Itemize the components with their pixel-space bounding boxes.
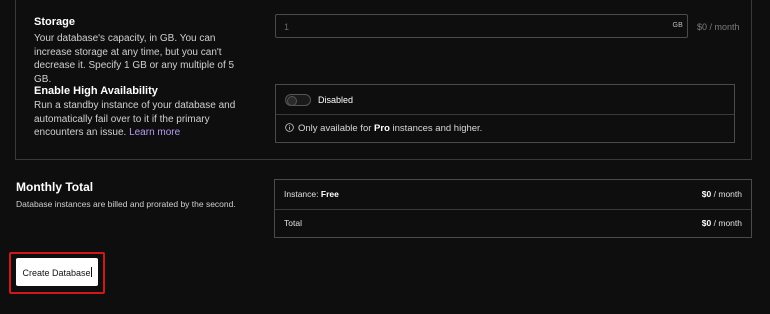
- storage-description: Your database's capacity, in GB. You can…: [34, 33, 235, 85]
- ha-toggle[interactable]: [285, 94, 311, 106]
- monthly-total-title: Monthly Total: [16, 180, 94, 194]
- text-cursor: [90, 266, 92, 277]
- ha-title: Enable High Availability: [34, 85, 158, 97]
- storage-input[interactable]: [282, 19, 646, 35]
- storage-title: Storage: [34, 16, 75, 28]
- learn-more-link[interactable]: Learn more: [129, 127, 180, 138]
- create-database-button[interactable]: Create Database: [16, 258, 98, 286]
- storage-field[interactable]: GB: [275, 14, 688, 38]
- monthly-total-description: Database instances are billed and prorat…: [16, 199, 236, 209]
- instance-row-amount: $0 / month: [701, 189, 742, 199]
- storage-unit: GB: [672, 22, 683, 29]
- ha-toggle-label: Disabled: [318, 95, 354, 105]
- total-row-amount: $0 / month: [701, 218, 742, 228]
- total-divider: [275, 209, 751, 210]
- toggle-knob: [287, 96, 297, 106]
- ha-divider: [276, 114, 734, 115]
- storage-price: $0 / month: [697, 22, 740, 32]
- info-icon: [285, 123, 294, 132]
- total-summary: Instance: Free $0 / month Total $0 / mon…: [274, 179, 752, 238]
- ha-panel: Disabled Only available for Pro instance…: [275, 84, 735, 143]
- ha-info-text: Only available for Pro instances and hig…: [298, 123, 483, 134]
- total-row-label: Total: [284, 218, 302, 228]
- instance-row-label: Instance: Free: [284, 189, 339, 199]
- ha-description: Run a standby instance of your database …: [34, 100, 236, 138]
- create-database-page: Storage Your database's capacity, in GB.…: [0, 0, 770, 314]
